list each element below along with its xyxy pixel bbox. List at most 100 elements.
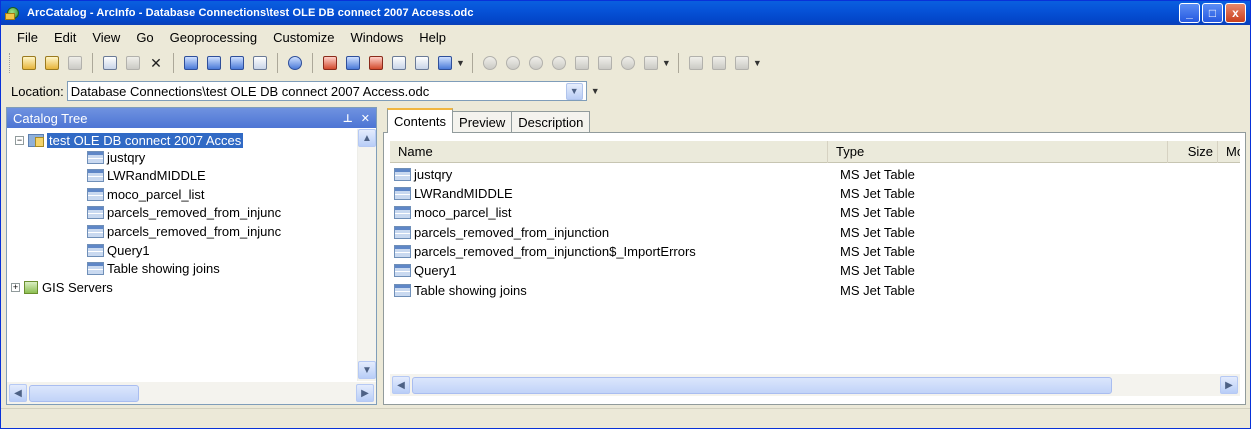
title-bar[interactable]: ArcCatalog - ArcInfo - Database Connecti… xyxy=(1,1,1250,25)
back-button[interactable] xyxy=(572,53,592,73)
tab-preview[interactable]: Preview xyxy=(452,111,513,133)
tree-node-label[interactable]: justqry xyxy=(107,150,145,165)
toolbar-options-icon[interactable]: ▼ xyxy=(456,58,465,68)
delete-button[interactable]: ✕ xyxy=(146,53,166,73)
tree-node-label[interactable]: moco_parcel_list xyxy=(107,187,205,202)
tree-node-label[interactable]: Table showing joins xyxy=(107,261,220,276)
catalog-tree-titlebar[interactable]: Catalog Tree ⊥ ✕ xyxy=(7,108,376,128)
scroll-right-icon[interactable]: ▶ xyxy=(356,384,374,402)
tree-node-table[interactable]: moco_parcel_list xyxy=(87,185,205,203)
menu-geoprocessing[interactable]: Geoprocessing xyxy=(162,30,265,45)
zoom-out-button[interactable] xyxy=(503,53,523,73)
tree-horizontal-scrollbar[interactable]: ◀ ▶ xyxy=(7,382,376,404)
row-name[interactable]: Table showing joins xyxy=(414,283,527,298)
scroll-down-icon[interactable]: ▼ xyxy=(358,361,376,379)
arctoolbox-button[interactable] xyxy=(320,53,340,73)
forward-button[interactable] xyxy=(595,53,615,73)
table-row[interactable]: LWRandMIDDLE MS Jet Table xyxy=(394,184,915,203)
table-row[interactable]: Table showing joins MS Jet Table xyxy=(394,281,915,300)
tree-node-table[interactable]: justqry xyxy=(87,148,145,166)
menu-windows[interactable]: Windows xyxy=(343,30,412,45)
full-extent-button[interactable] xyxy=(549,53,569,73)
close-button[interactable]: x xyxy=(1225,3,1246,23)
tree-node-table[interactable]: parcels_removed_from_injunc xyxy=(87,222,281,240)
row-name[interactable]: parcels_removed_from_injunction$_ImportE… xyxy=(414,244,696,259)
tree-node-connection[interactable]: − test OLE DB connect 2007 Acces xyxy=(15,131,244,149)
column-header-name[interactable]: Name xyxy=(390,140,828,163)
tree-node-label[interactable]: test OLE DB connect 2007 Acces xyxy=(47,132,244,148)
tree-node-label[interactable]: GIS Servers xyxy=(42,280,113,295)
search-window-button[interactable] xyxy=(389,53,409,73)
large-icons-button[interactable] xyxy=(181,53,201,73)
menu-customize[interactable]: Customize xyxy=(265,30,342,45)
scroll-right-icon[interactable]: ▶ xyxy=(1220,376,1238,394)
whats-this-button[interactable] xyxy=(435,53,455,73)
tree-node-table[interactable]: LWRandMIDDLE xyxy=(87,166,206,184)
table-row[interactable]: Query1 MS Jet Table xyxy=(394,261,915,280)
launch-arcmap-button[interactable] xyxy=(285,53,305,73)
location-value[interactable]: Database Connections\test OLE DB connect… xyxy=(71,84,429,99)
location-toolbar-options-icon[interactable]: ▼ xyxy=(591,86,600,96)
tree-node-label[interactable]: LWRandMIDDLE xyxy=(107,168,206,183)
list-button[interactable] xyxy=(204,53,224,73)
table-row[interactable]: moco_parcel_list MS Jet Table xyxy=(394,203,915,222)
scroll-up-icon[interactable]: ▲ xyxy=(358,129,376,147)
minimize-button[interactable]: _ xyxy=(1179,3,1200,23)
table-row[interactable]: parcels_removed_from_injunction$_ImportE… xyxy=(394,242,915,261)
scroll-left-icon[interactable]: ◀ xyxy=(392,376,410,394)
tree-node-table[interactable]: Query1 xyxy=(87,241,150,259)
location-combobox[interactable]: Database Connections\test OLE DB connect… xyxy=(66,81,587,101)
close-pane-icon[interactable]: ✕ xyxy=(361,112,370,125)
tab-description[interactable]: Description xyxy=(511,111,591,133)
tree-node-table[interactable]: Table showing joins xyxy=(87,259,220,277)
tree-node-label[interactable]: parcels_removed_from_injunc xyxy=(107,224,281,239)
expand-icon[interactable]: + xyxy=(11,282,20,292)
tree-vertical-scrollbar[interactable]: ▲ ▼ xyxy=(357,129,376,381)
connect-folder-button[interactable] xyxy=(42,53,62,73)
row-name[interactable]: justqry xyxy=(414,167,452,182)
menu-file[interactable]: File xyxy=(9,30,46,45)
model-builder-button[interactable] xyxy=(366,53,386,73)
toolbar-grip[interactable] xyxy=(9,53,12,73)
row-name[interactable]: Query1 xyxy=(414,263,457,278)
metadata-toolbar-options-icon[interactable]: ▼ xyxy=(753,58,762,68)
tree-node-gis-servers[interactable]: + GIS Servers xyxy=(11,278,113,296)
zoom-in-button[interactable] xyxy=(480,53,500,73)
thumbnails-button[interactable] xyxy=(250,53,270,73)
contents-horizontal-scrollbar[interactable]: ◀ ▶ xyxy=(390,374,1240,396)
menu-help[interactable]: Help xyxy=(411,30,454,45)
table-row[interactable]: justqry MS Jet Table xyxy=(394,165,915,184)
collapse-icon[interactable]: − xyxy=(15,135,24,145)
metadata-properties-button[interactable] xyxy=(709,53,729,73)
menu-go[interactable]: Go xyxy=(128,30,161,45)
up-one-level-button[interactable] xyxy=(19,53,39,73)
geography-toolbar-options-icon[interactable]: ▼ xyxy=(662,58,671,68)
menu-view[interactable]: View xyxy=(84,30,128,45)
pin-icon[interactable]: ⊥ xyxy=(343,112,353,125)
column-header-type[interactable]: Type xyxy=(828,140,1168,163)
pan-button[interactable] xyxy=(526,53,546,73)
column-header-modified[interactable]: Modifie xyxy=(1218,141,1240,163)
metadata-edit-button[interactable] xyxy=(686,53,706,73)
chevron-down-icon[interactable]: ▼ xyxy=(565,82,583,100)
maximize-button[interactable]: □ xyxy=(1202,3,1223,23)
connect-button[interactable] xyxy=(412,53,432,73)
menu-edit[interactable]: Edit xyxy=(46,30,84,45)
tab-contents[interactable]: Contents xyxy=(387,108,454,133)
tree-node-label[interactable]: Query1 xyxy=(107,243,150,258)
create-thumbnail-button[interactable] xyxy=(641,53,661,73)
row-name[interactable]: LWRandMIDDLE xyxy=(414,186,513,201)
copy-button[interactable] xyxy=(100,53,120,73)
tree-node-label[interactable]: parcels_removed_from_injunc xyxy=(107,205,281,220)
row-name[interactable]: parcels_removed_from_injunction xyxy=(414,225,609,240)
scroll-thumb[interactable] xyxy=(29,384,139,402)
column-header-size[interactable]: Size xyxy=(1168,140,1218,163)
identify-button[interactable] xyxy=(618,53,638,73)
command-line-button[interactable] xyxy=(343,53,363,73)
scroll-left-icon[interactable]: ◀ xyxy=(9,384,27,402)
details-button[interactable] xyxy=(227,53,247,73)
metadata-import-button[interactable] xyxy=(732,53,752,73)
tree-node-table[interactable]: parcels_removed_from_injunc xyxy=(87,203,281,221)
row-name[interactable]: moco_parcel_list xyxy=(414,205,512,220)
disconnect-folder-button[interactable] xyxy=(65,53,85,73)
